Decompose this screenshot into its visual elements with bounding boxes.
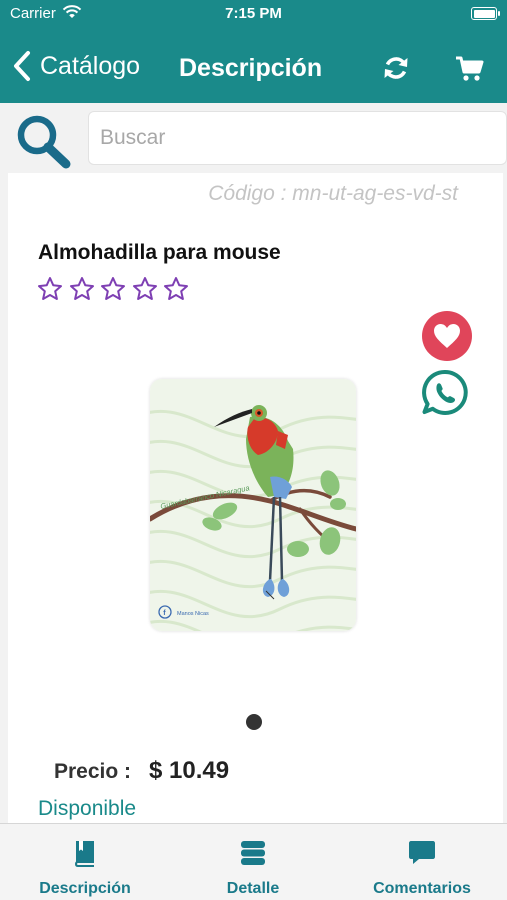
star-icon[interactable] [132,276,158,302]
search-bar [0,103,507,173]
star-icon[interactable] [69,276,95,302]
product-card: Código : mn-ut-ag-es-vd-st Almohadilla p… [8,173,503,823]
refresh-icon[interactable] [381,53,411,83]
tab-label: Detalle [226,880,280,897]
battery-icon [471,7,500,20]
stack-icon [241,841,265,865]
product-title: Almohadilla para mouse [38,241,281,264]
tab-detalle[interactable]: Detalle [222,824,284,900]
book-icon [74,841,94,867]
rating-stars[interactable] [37,276,195,302]
heart-icon [434,324,460,348]
cart-icon[interactable] [454,53,484,83]
price-label: Precio : [54,760,132,783]
search-icon[interactable] [14,113,74,169]
navigation-bar: Catálogo Descripción [0,26,507,103]
tab-bar: Descripción Detalle Comentarios [0,823,507,900]
tab-descripcion[interactable]: Descripción [39,824,131,900]
price-value: $ 10.49 [149,757,230,784]
favorite-button[interactable] [422,311,472,361]
tab-label: Comentarios [373,880,471,897]
product-code: Código : mn-ut-ag-es-vd-st [208,182,458,205]
availability-status: Disponible [38,797,137,820]
chat-icon [409,841,435,864]
image-footer: Manos Nicas [177,611,209,617]
status-bar: Carrier 7:15 PM [0,0,507,26]
whatsapp-icon[interactable] [421,369,469,417]
clock: 7:15 PM [225,5,282,22]
product-image[interactable]: Guardabarranco Nicaragua f Manos Nicas [150,379,356,631]
chevron-left-icon [14,51,30,81]
back-label: Catálogo [40,51,141,80]
tab-label: Descripción [39,880,131,897]
tab-comentarios[interactable]: Comentarios [370,824,474,900]
star-icon[interactable] [37,276,63,302]
image-page-indicator[interactable] [246,714,262,730]
search-input[interactable] [88,111,507,165]
star-icon[interactable] [163,276,189,302]
back-button[interactable]: Catálogo [10,50,140,82]
page-title: Descripción [179,54,323,82]
star-icon[interactable] [100,276,126,302]
